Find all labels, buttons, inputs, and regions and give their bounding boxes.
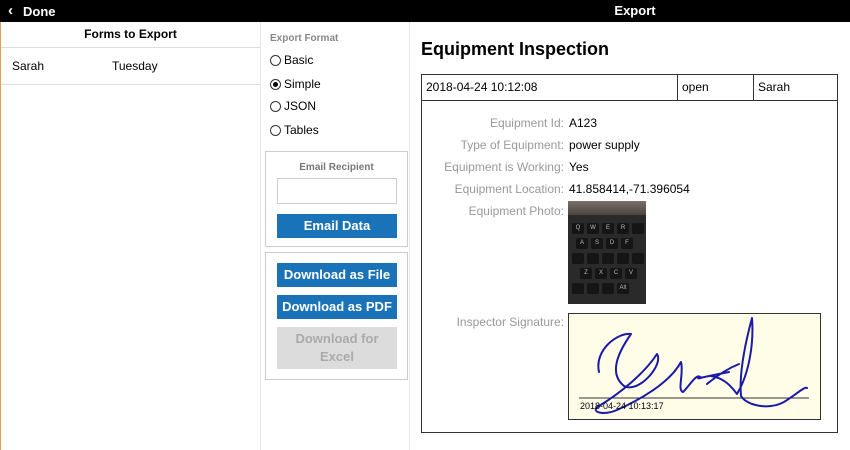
signature-date: 2018-04-24 10:13:17: [580, 401, 664, 411]
photo-key: R: [617, 223, 629, 234]
photo-key: [572, 253, 584, 264]
email-section: Email Recipient Email Data: [265, 151, 408, 247]
photo-key: [632, 253, 644, 264]
download-file-button[interactable]: Download as File: [277, 263, 397, 287]
form-day: Tuesday: [112, 59, 158, 73]
download-pdf-button[interactable]: Download as PDF: [277, 295, 397, 319]
photo-key: D: [606, 238, 618, 249]
photo-key: Z: [580, 268, 592, 279]
download-excel-button: Download for Excel: [277, 327, 397, 369]
photo-key: A: [576, 238, 588, 249]
photo-key: [587, 283, 599, 294]
document-meta-row: 2018-04-24 10:12:08 open Sarah: [422, 75, 837, 101]
format-label: Tables: [284, 123, 319, 137]
equipment-photo: Q W E R A S D F Z X C V Alt: [568, 201, 646, 304]
format-radio-tables[interactable]: Tables: [270, 123, 319, 137]
photo-key: [632, 223, 644, 234]
meta-datetime: 2018-04-24 10:12:08: [422, 75, 678, 100]
photo-key: [587, 253, 599, 264]
format-radio-json[interactable]: JSON: [270, 99, 316, 113]
photo-key: Alt: [617, 283, 629, 294]
format-label: JSON: [284, 99, 317, 113]
done-label: Done: [23, 3, 56, 19]
photo-key: V: [625, 268, 637, 279]
field-label-equipment-id: Equipment Id:: [489, 116, 564, 130]
field-value-equipment-type: power supply: [569, 138, 640, 152]
top-bar: ‹ Done Export: [0, 0, 850, 22]
form-list-item[interactable]: Sarah Tuesday: [1, 48, 260, 85]
photo-key: F: [621, 238, 633, 249]
photo-key: E: [602, 223, 614, 234]
photo-key: [602, 283, 614, 294]
document-card: 2018-04-24 10:12:08 open Sarah Equipment…: [421, 74, 838, 433]
format-label: Basic: [284, 53, 314, 67]
export-format-title: Export Format: [270, 33, 339, 44]
photo-key: C: [610, 268, 622, 279]
field-label-equipment-type: Type of Equipment:: [460, 138, 564, 152]
photo-background: [568, 201, 646, 215]
document-preview: Equipment Inspection 2018-04-24 10:12:08…: [410, 22, 850, 450]
email-recipient-input[interactable]: [277, 178, 397, 204]
radio-selected-icon: [270, 78, 281, 90]
field-value-equipment-id: A123: [569, 116, 598, 130]
field-label-equipment-location: Equipment Location:: [454, 182, 564, 196]
field-value-equipment-working: Yes: [569, 160, 589, 174]
photo-key: Q: [572, 223, 584, 234]
form-name: Sarah: [12, 59, 45, 73]
format-radio-simple[interactable]: Simple: [270, 77, 321, 91]
photo-key: [617, 253, 629, 264]
photo-key: X: [595, 268, 607, 279]
done-button[interactable]: ‹ Done: [8, 0, 56, 22]
chevron-left-icon: ‹: [8, 2, 13, 19]
photo-key: W: [587, 223, 599, 234]
format-radio-basic[interactable]: Basic: [270, 53, 313, 67]
forms-panel: Forms to Export Sarah Tuesday: [0, 22, 260, 450]
export-options-panel: Export Format Basic Simple JSON Tables E…: [260, 22, 410, 450]
meta-status: open: [678, 75, 754, 100]
download-section: Download as File Download as PDF Downloa…: [265, 252, 408, 380]
field-value-equipment-location: 41.858414,-71.396054: [569, 182, 690, 196]
radio-icon: [270, 124, 281, 136]
meta-user: Sarah: [758, 80, 791, 94]
radio-icon: [270, 54, 281, 66]
photo-key: S: [591, 238, 603, 249]
field-label-equipment-working: Equipment is Working:: [444, 160, 564, 174]
format-label: Simple: [284, 77, 321, 91]
photo-key: [572, 283, 584, 294]
photo-key: [602, 253, 614, 264]
email-recipient-label: Email Recipient: [299, 162, 374, 173]
page-title: Export: [614, 3, 656, 18]
field-label-inspector-signature: Inspector Signature:: [456, 315, 564, 329]
email-data-button[interactable]: Email Data: [277, 214, 397, 238]
forms-header: Forms to Export: [1, 22, 260, 48]
field-label-equipment-photo: Equipment Photo:: [468, 204, 564, 218]
inspector-signature: 2018-04-24 10:13:17: [568, 313, 821, 420]
radio-icon: [270, 100, 281, 112]
document-title: Equipment Inspection: [421, 39, 610, 59]
